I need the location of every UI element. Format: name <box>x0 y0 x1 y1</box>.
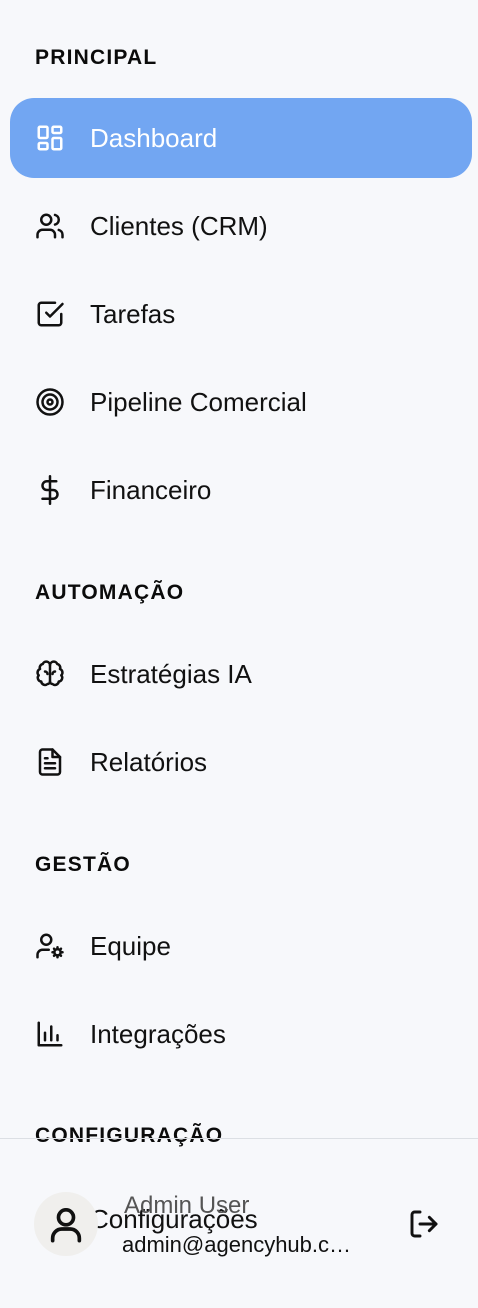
nav-item-financeiro[interactable]: Financeiro <box>10 450 472 530</box>
users-icon <box>34 210 66 242</box>
nav-label-financeiro: Financeiro <box>90 474 212 505</box>
sidebar: PRINCIPAL Dashboard Clientes (CRM) Taref… <box>0 0 478 1308</box>
nav-label-estrategias: Estratégias IA <box>90 658 252 689</box>
target-icon <box>34 386 66 418</box>
section-title-automacao: AUTOMAÇÃO <box>35 581 185 604</box>
nav-item-integracoes[interactable]: Integrações <box>10 994 472 1074</box>
file-text-icon <box>34 746 66 778</box>
nav-label-equipe: Equipe <box>90 930 171 961</box>
nav-label-dashboard: Dashboard <box>90 122 218 153</box>
dollar-sign-icon <box>34 474 66 506</box>
nav-item-tarefas[interactable]: Tarefas <box>10 274 472 354</box>
nav-label-tarefas: Tarefas <box>90 298 176 329</box>
nav-item-clientes[interactable]: Clientes (CRM) <box>10 186 472 266</box>
nav-label-relatorios: Relatórios <box>90 746 208 777</box>
logout-button[interactable] <box>406 1206 442 1242</box>
bar-chart-icon <box>34 1018 66 1050</box>
layout-grid-icon <box>34 122 66 154</box>
section-title-principal: PRINCIPAL <box>35 46 158 69</box>
user-name: Admin User <box>124 1192 250 1219</box>
logout-icon <box>410 1210 438 1238</box>
nav-item-dashboard[interactable]: Dashboard <box>10 98 472 178</box>
nav-label-pipeline: Pipeline Comercial <box>90 386 307 417</box>
nav-label-integracoes: Integrações <box>90 1018 226 1049</box>
nav-label-clientes: Clientes (CRM) <box>90 210 268 241</box>
brain-icon <box>34 658 66 690</box>
nav-item-relatorios[interactable]: Relatórios <box>10 722 472 802</box>
user-email: admin@agencyhub.c… <box>122 1232 352 1257</box>
nav-item-pipeline[interactable]: Pipeline Comercial <box>10 362 472 442</box>
avatar[interactable] <box>34 1192 98 1256</box>
section-title-gestao: GESTÃO <box>35 853 131 876</box>
user-cog-icon <box>34 930 66 962</box>
footer-divider <box>0 1138 478 1139</box>
user-icon <box>50 1208 82 1243</box>
nav-item-equipe[interactable]: Equipe <box>10 906 472 986</box>
section-title-configuracao: CONFIGURAÇÃO <box>35 1124 224 1147</box>
check-square-icon <box>34 298 66 330</box>
nav-item-estrategias[interactable]: Estratégias IA <box>10 634 472 714</box>
